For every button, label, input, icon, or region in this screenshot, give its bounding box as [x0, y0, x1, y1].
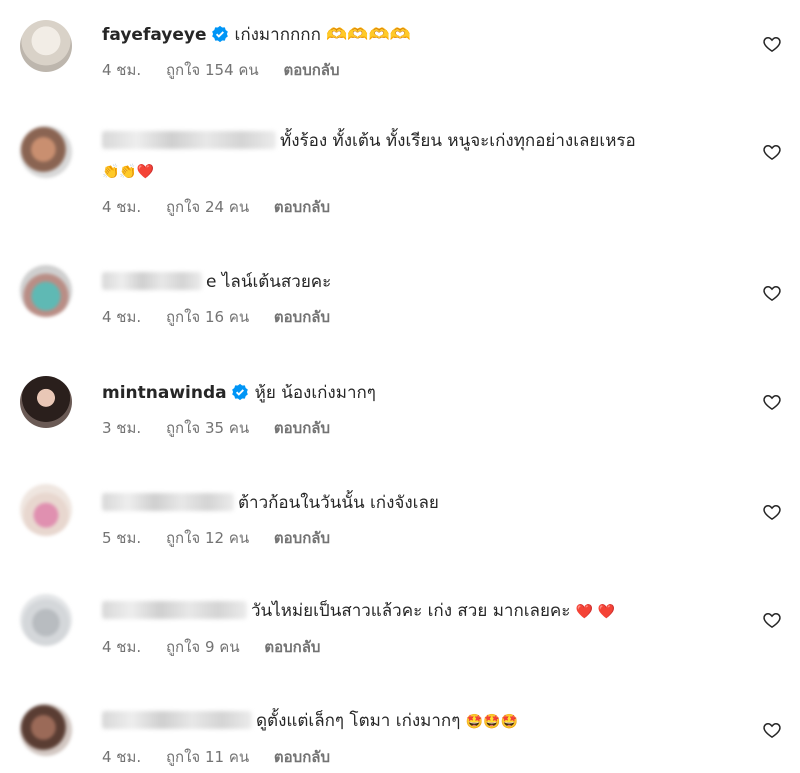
comment-time: 4 ชม.: [102, 61, 142, 79]
comment-text: ต้าวก้อนในวันนั้น เก่งจังเลย: [238, 493, 439, 513]
avatar[interactable]: [20, 376, 72, 428]
reply-button[interactable]: ตอบกลับ: [274, 529, 330, 547]
blurred-username[interactable]: [102, 493, 234, 511]
avatar[interactable]: [20, 265, 72, 317]
comment-username[interactable]: mintnawinda: [102, 383, 227, 403]
emoji-row: 👏👏❤️: [102, 156, 730, 187]
heart-outline-icon[interactable]: [762, 720, 782, 740]
comment-likes[interactable]: ถูกใจ 35 คน: [166, 419, 249, 437]
comment-time: 4 ชม.: [102, 308, 142, 326]
avatar[interactable]: [20, 594, 72, 646]
avatar[interactable]: [20, 484, 72, 536]
avatar[interactable]: [20, 126, 72, 178]
reply-button[interactable]: ตอบกลับ: [264, 638, 320, 656]
comment-text: ดูตั้งแต่เล็กๆ โตมา เก่งมากๆ: [256, 711, 461, 731]
comment-time: 4 ชม.: [102, 748, 142, 766]
comment-likes[interactable]: ถูกใจ 154 คน: [166, 61, 259, 79]
heart-outline-icon[interactable]: [762, 392, 782, 412]
blurred-username[interactable]: [102, 272, 202, 290]
blurred-username[interactable]: [102, 131, 276, 149]
comment-time: 5 ชม.: [102, 529, 142, 547]
comment-text: เก่งมากกกก 🫶🫶🫶🫶: [234, 25, 411, 45]
blurred-username[interactable]: [102, 711, 252, 729]
verified-icon: [231, 383, 248, 401]
comment-emojis: ❤️ ❤️: [575, 604, 616, 620]
comment-likes[interactable]: ถูกใจ 16 คน: [166, 308, 249, 326]
comment-username[interactable]: fayefayeye: [102, 25, 207, 45]
comment-emojis: 👏👏❤️: [102, 164, 155, 180]
comment-text: ทั้งร้อง ทั้งเต้น ทั้งเรียน หนูจะเก่งทุก…: [280, 131, 636, 151]
comment-likes[interactable]: ถูกใจ 11 คน: [166, 748, 249, 766]
heart-outline-icon[interactable]: [762, 502, 782, 522]
comment-emojis: 🤩🤩🤩: [465, 714, 519, 730]
avatar[interactable]: [20, 704, 72, 756]
heart-outline-icon[interactable]: [762, 34, 782, 54]
reply-button[interactable]: ตอบกลับ: [274, 198, 330, 216]
heart-outline-icon[interactable]: [762, 142, 782, 162]
blurred-username[interactable]: [102, 601, 247, 619]
reply-button[interactable]: ตอบกลับ: [274, 419, 330, 437]
comment-text: หู้ย น้องเก่งมากๆ: [254, 383, 376, 403]
comment-likes[interactable]: ถูกใจ 12 คน: [166, 529, 249, 547]
comment-likes[interactable]: ถูกใจ 9 คน: [166, 638, 240, 656]
reply-button[interactable]: ตอบกลับ: [274, 748, 330, 766]
comment-time: 4 ชม.: [102, 198, 142, 216]
heart-outline-icon[interactable]: [762, 283, 782, 303]
reply-button[interactable]: ตอบกลับ: [274, 308, 330, 326]
avatar[interactable]: [20, 20, 72, 72]
comment-time: 3 ชม.: [102, 419, 142, 437]
verified-icon: [211, 25, 228, 43]
comment-text: e ไลน์เต้นสวยคะ: [206, 272, 332, 292]
reply-button[interactable]: ตอบกลับ: [283, 61, 339, 79]
comment-likes[interactable]: ถูกใจ 24 คน: [166, 198, 249, 216]
comment-time: 4 ชม.: [102, 638, 142, 656]
heart-outline-icon[interactable]: [762, 610, 782, 630]
comment-text: วันไหม่ยเป็นสาวแล้วคะ เก่ง สวย มากเลยคะ: [251, 601, 571, 621]
